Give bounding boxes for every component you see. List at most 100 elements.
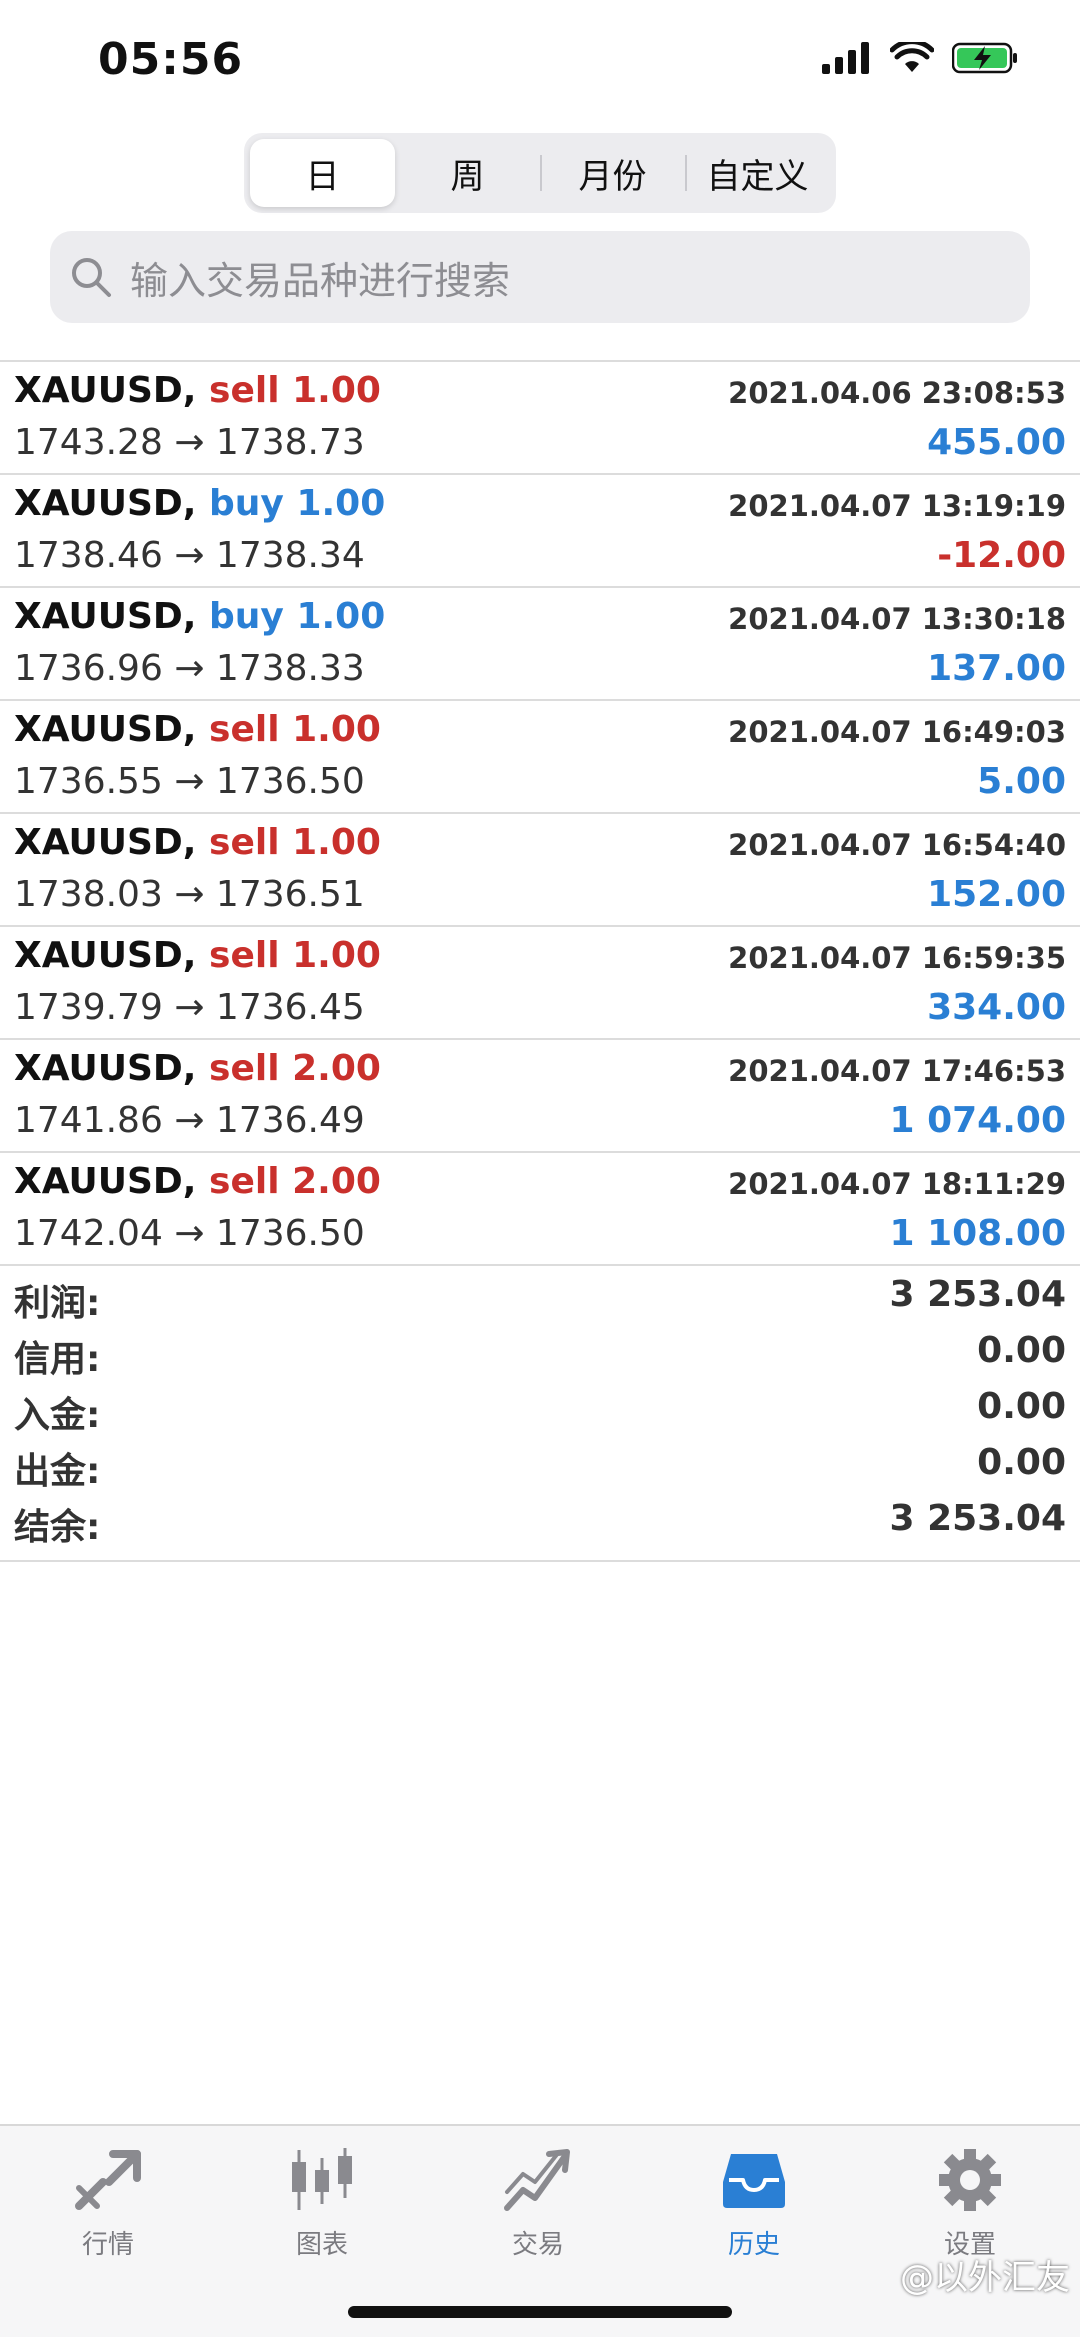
deal-side: sell [209, 1048, 280, 1089]
deal-time: 2021.04.07 17:46:53 [728, 1054, 1066, 1088]
segment-month[interactable]: 月份 [540, 139, 685, 207]
deal-side: buy [209, 596, 284, 637]
deal-profit: 137.00 [927, 648, 1066, 689]
tab-trade-label: 交易 [511, 2230, 564, 2260]
deal-volume: 2.00 [292, 1048, 381, 1089]
deal-symbol: XAUUSD, [14, 483, 197, 524]
summary-deposit-value: 0.00 [977, 1386, 1066, 1427]
deal-volume: 1.00 [292, 822, 381, 863]
deal-symbol: XAUUSD, [14, 370, 197, 411]
deal-profit: 152.00 [927, 874, 1066, 915]
deal-row[interactable]: XAUUSD, sell 2.00 2021.04.07 18:11:29 17… [0, 1153, 1080, 1266]
summary-balance-row: 结余: 3 253.04 [0, 1494, 1080, 1550]
tab-trade[interactable]: 交易 [458, 2144, 618, 2261]
quotes-icon [75, 2150, 141, 2210]
history-summary: 利润: 3 253.04 信用: 0.00 入金: 0.00 出金: 0.00 … [0, 1270, 1080, 1562]
deal-row[interactable]: XAUUSD, sell 1.00 2021.04.07 16:54:40 17… [0, 814, 1080, 927]
deal-row[interactable]: XAUUSD, sell 1.00 2021.04.06 23:08:53 17… [0, 362, 1080, 475]
deal-symbol: XAUUSD, [14, 935, 197, 976]
deal-symbol: XAUUSD, [14, 596, 197, 637]
segment-week[interactable]: 周 [395, 139, 540, 207]
summary-withdrawal-label: 出金: [14, 1451, 101, 1492]
deal-symbol: XAUUSD, [14, 709, 197, 750]
trade-icon [504, 2149, 570, 2211]
deal-prices: 1739.79 → 1736.45 [14, 987, 365, 1028]
deal-time: 2021.04.06 23:08:53 [728, 376, 1066, 410]
deal-volume: 1.00 [292, 370, 381, 411]
tab-charts-label: 图表 [295, 2230, 348, 2260]
deal-profit: 1 074.00 [889, 1100, 1066, 1141]
summary-withdrawal-row: 出金: 0.00 [0, 1438, 1080, 1494]
deal-side: sell [209, 1161, 280, 1202]
summary-deposit-label: 入金: [14, 1395, 101, 1436]
deal-prices: 1736.96 → 1738.33 [14, 648, 365, 689]
inbox-icon [723, 2154, 785, 2208]
deal-side: sell [209, 370, 280, 411]
deal-prices: 1741.86 → 1736.49 [14, 1100, 365, 1141]
summary-profit-value: 3 253.04 [889, 1274, 1066, 1315]
summary-profit-label: 利润: [14, 1283, 101, 1324]
summary-credit-label: 信用: [14, 1339, 101, 1380]
summary-balance-value: 3 253.04 [889, 1498, 1066, 1539]
deals-list: XAUUSD, sell 1.00 2021.04.06 23:08:53 17… [0, 360, 1080, 1266]
deal-prices: 1736.55 → 1736.50 [14, 761, 365, 802]
period-segmented-control: 日 周 月份 自定义 [244, 133, 836, 213]
deal-prices: 1742.04 → 1736.50 [14, 1213, 365, 1254]
deal-side: buy [209, 483, 284, 524]
deal-row[interactable]: XAUUSD, sell 1.00 2021.04.07 16:49:03 17… [0, 701, 1080, 814]
tab-history-label: 历史 [727, 2230, 780, 2260]
search-icon [72, 258, 111, 297]
deal-volume: 1.00 [296, 596, 386, 637]
wifi-icon [890, 42, 934, 72]
segment-custom[interactable]: 自定义 [685, 139, 830, 207]
deal-side: sell [209, 935, 280, 976]
deal-time: 2021.04.07 18:11:29 [728, 1167, 1066, 1201]
segment-day[interactable]: 日 [250, 139, 395, 207]
battery-charging-icon [952, 42, 1017, 74]
tab-settings[interactable]: 设置 [890, 2144, 1050, 2261]
status-bar: 05:56 [0, 0, 1080, 120]
tab-history[interactable]: 历史 [674, 2144, 834, 2261]
deal-symbol: XAUUSD, [14, 1048, 197, 1089]
deal-row[interactable]: XAUUSD, buy 1.00 2021.04.07 13:19:19 173… [0, 475, 1080, 588]
signal-icon [822, 42, 869, 74]
deal-symbol: XAUUSD, [14, 1161, 197, 1202]
status-time: 05:56 [98, 34, 244, 85]
deal-row[interactable]: XAUUSD, sell 2.00 2021.04.07 17:46:53 17… [0, 1040, 1080, 1153]
watermark: @以外汇友 [900, 2258, 1070, 2298]
deal-profit: 455.00 [927, 422, 1066, 463]
deal-volume: 1.00 [292, 709, 381, 750]
summary-credit-value: 0.00 [977, 1330, 1066, 1371]
search-placeholder: 输入交易品种进行搜索 [130, 258, 511, 303]
deal-profit: 5.00 [977, 761, 1066, 802]
deal-side: sell [209, 709, 280, 750]
status-icons [822, 42, 1018, 74]
deal-volume: 1.00 [296, 483, 386, 524]
candlestick-chart-icon [292, 2148, 352, 2210]
deal-volume: 2.00 [292, 1161, 381, 1202]
tab-quotes[interactable]: 行情 [28, 2144, 188, 2261]
deal-row[interactable]: XAUUSD, sell 1.00 2021.04.07 16:59:35 17… [0, 927, 1080, 1040]
deal-prices: 1743.28 → 1738.73 [14, 422, 365, 463]
deal-symbol: XAUUSD, [14, 822, 197, 863]
summary-credit-row: 信用: 0.00 [0, 1326, 1080, 1382]
search-input[interactable]: 输入交易品种进行搜索 [50, 231, 1030, 323]
deal-volume: 1.00 [292, 935, 381, 976]
summary-deposit-row: 入金: 0.00 [0, 1382, 1080, 1438]
summary-balance-label: 结余: [14, 1507, 101, 1548]
summary-withdrawal-value: 0.00 [977, 1442, 1066, 1483]
home-indicator[interactable] [348, 2306, 732, 2318]
deal-profit: 334.00 [927, 987, 1066, 1028]
tab-quotes-label: 行情 [81, 2230, 134, 2260]
deal-row[interactable]: XAUUSD, buy 1.00 2021.04.07 13:30:18 173… [0, 588, 1080, 701]
deal-time: 2021.04.07 13:19:19 [728, 489, 1066, 523]
summary-profit-row: 利润: 3 253.04 [0, 1270, 1080, 1326]
deal-side: sell [209, 822, 280, 863]
deal-time: 2021.04.07 16:59:35 [728, 941, 1066, 975]
deal-prices: 1738.46 → 1738.34 [14, 535, 365, 576]
gear-icon [939, 2149, 1001, 2211]
deal-time: 2021.04.07 13:30:18 [728, 602, 1066, 636]
deal-time: 2021.04.07 16:49:03 [728, 715, 1066, 749]
tab-charts[interactable]: 图表 [242, 2144, 402, 2261]
deal-time: 2021.04.07 16:54:40 [728, 828, 1066, 862]
